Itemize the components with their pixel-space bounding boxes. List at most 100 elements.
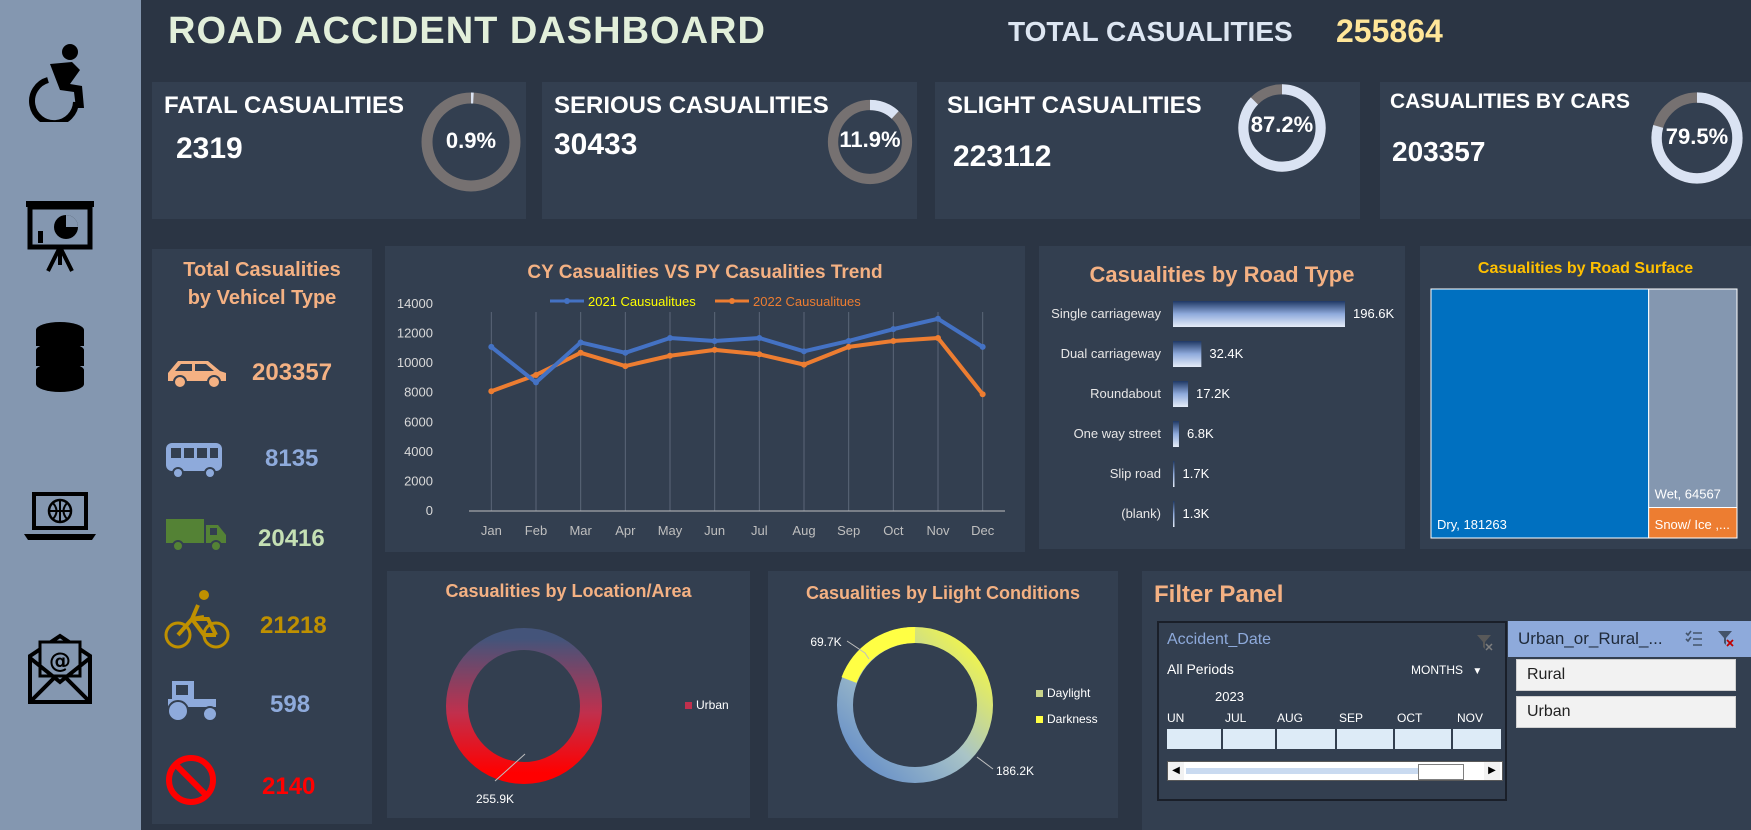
vehicle-panel-title-line2: by Vehicel Type bbox=[187, 287, 337, 309]
data-point bbox=[845, 343, 852, 350]
y-tick-label: 6000 bbox=[404, 414, 433, 429]
urban-rural-slicer-header[interactable]: Urban_or_Rural_... bbox=[1508, 621, 1751, 657]
data-point bbox=[979, 343, 986, 350]
kpi-value: 203357 bbox=[1392, 136, 1486, 167]
data-point bbox=[756, 351, 763, 358]
kpi-card-slight[interactable]: SLIGHT CASUALITIES 223112 87.2% bbox=[935, 82, 1360, 219]
scroll-left-arrow[interactable]: ◀ bbox=[1168, 762, 1184, 780]
location-donut-chart: 255.9K Urban bbox=[446, 628, 729, 806]
total-casualities-label: TOTAL CASUALITIES bbox=[1008, 16, 1293, 47]
timeline-month-label: NOV bbox=[1457, 711, 1484, 725]
bar-value-label: 17.2K bbox=[1196, 386, 1230, 401]
data-point bbox=[711, 337, 718, 344]
vehicle-type-panel[interactable]: Total Casualities by Vehicel Type 203357… bbox=[152, 249, 372, 824]
legend-darkness: Darkness bbox=[1047, 712, 1098, 726]
tractor-icon bbox=[167, 681, 218, 722]
trend-chart-panel[interactable]: CY Casualities VS PY Casualities Trend J… bbox=[385, 246, 1025, 552]
x-tick-label: Jul bbox=[751, 523, 768, 538]
accident-date-timeline[interactable]: Accident_Date All Periods MONTHS ▼ 2023 … bbox=[1157, 621, 1507, 801]
timeline-bar[interactable] bbox=[1167, 729, 1501, 749]
road-type-panel[interactable]: Casualities by Road Type Single carriage… bbox=[1039, 246, 1405, 549]
data-point bbox=[667, 352, 673, 359]
no-entry-icon bbox=[166, 755, 216, 805]
data-point bbox=[801, 361, 807, 368]
filter-panel-title: Filter Panel bbox=[1154, 581, 1284, 608]
category-label: One way street bbox=[1074, 426, 1162, 441]
pie-slice-urban bbox=[446, 628, 602, 784]
filter-panel: Filter Panel Accident_Date All Periods M… bbox=[1142, 571, 1751, 830]
bar bbox=[1173, 421, 1179, 447]
category-label: Roundabout bbox=[1090, 386, 1161, 401]
treemap-tile bbox=[1648, 288, 1738, 509]
pie-slice-darkness bbox=[841, 626, 916, 684]
timeline-periods: All Periods bbox=[1167, 661, 1234, 677]
scroll-right-arrow[interactable]: ▶ bbox=[1484, 762, 1500, 780]
data-point bbox=[577, 339, 584, 346]
email-icon[interactable]: @ bbox=[20, 628, 100, 708]
accessibility-icon[interactable] bbox=[20, 42, 100, 122]
x-tick-label: Apr bbox=[615, 523, 636, 538]
timeline-level-select[interactable]: MONTHS ▼ bbox=[1411, 663, 1482, 677]
timeline-month-label: AUG bbox=[1277, 711, 1304, 725]
legend-label: 2021 Causualitues bbox=[588, 294, 696, 309]
light-donut-chart: 69.7K 186.2K Daylight Darkness bbox=[810, 626, 1098, 783]
kpi-card-cars[interactable]: CASUALITIES BY CARS 203357 79.5% bbox=[1380, 82, 1751, 219]
bar bbox=[1173, 461, 1175, 487]
slicer-item-urban[interactable]: Urban bbox=[1516, 696, 1736, 728]
data-point bbox=[533, 379, 539, 386]
legend-swatch-darkness bbox=[1036, 716, 1043, 723]
database-icon[interactable] bbox=[20, 318, 100, 398]
legend-swatch-daylight bbox=[1036, 690, 1043, 697]
data-point bbox=[845, 337, 852, 344]
x-tick-label: May bbox=[658, 523, 683, 538]
kpi-value: 223112 bbox=[953, 140, 1052, 173]
vehicle-value-tractor: 598 bbox=[270, 691, 311, 718]
svg-text:@: @ bbox=[49, 649, 71, 674]
slicer-item-label: Urban bbox=[1527, 703, 1571, 720]
vehicle-value-other: 2140 bbox=[262, 773, 316, 800]
kpi-card-fatal[interactable]: FATAL CASUALITIES 2319 0.9% bbox=[152, 82, 526, 219]
treemap-label: Wet, 64567 bbox=[1655, 487, 1721, 502]
vehicle-value-truck: 20416 bbox=[258, 525, 325, 552]
x-tick-label: Nov bbox=[926, 523, 950, 538]
bar bbox=[1173, 341, 1202, 367]
data-point bbox=[890, 326, 897, 333]
multi-select-icon[interactable] bbox=[1684, 629, 1704, 649]
timeline-year: 2023 bbox=[1215, 689, 1244, 704]
y-tick-label: 10000 bbox=[397, 355, 433, 370]
road-surface-panel[interactable]: Casualities by Road Surface Dry, 181263 W… bbox=[1420, 246, 1751, 549]
data-point bbox=[979, 391, 986, 398]
kpi-title: SERIOUS CASUALITIES bbox=[554, 92, 829, 119]
legend-label: 2022 Causualitues bbox=[753, 294, 861, 309]
slicer-header-label: Urban_or_Rural_... bbox=[1518, 629, 1663, 648]
y-tick-label: 4000 bbox=[404, 444, 433, 459]
treemap-label: Snow/ Ice ,... bbox=[1655, 517, 1730, 532]
legend-marker bbox=[564, 298, 570, 304]
location-panel[interactable]: Casualities by Location/Area 255.9K Urba… bbox=[387, 571, 750, 818]
clear-filter-icon[interactable] bbox=[1475, 633, 1493, 651]
kpi-percent: 11.9% bbox=[839, 127, 901, 152]
car-icon bbox=[168, 361, 226, 389]
slicer-item-rural[interactable]: Rural bbox=[1516, 659, 1736, 691]
data-point bbox=[622, 349, 629, 356]
kpi-value: 2319 bbox=[176, 132, 243, 165]
darkness-data-label: 69.7K bbox=[810, 635, 841, 649]
kpi-card-serious[interactable]: SERIOUS CASUALITIES 30433 11.9% bbox=[542, 82, 917, 219]
sidebar: @ bbox=[0, 0, 141, 830]
treemap-tile bbox=[1430, 288, 1650, 539]
data-point bbox=[711, 346, 718, 353]
legend-urban: Urban bbox=[696, 698, 729, 712]
timeline-scrollbar[interactable]: ◀ ▶ bbox=[1167, 761, 1503, 781]
laptop-globe-icon[interactable] bbox=[20, 478, 100, 558]
bar-value-label: 196.6K bbox=[1353, 306, 1395, 321]
timeline-month-label: SEP bbox=[1339, 711, 1364, 725]
kpi-title: CASUALITIES BY CARS bbox=[1390, 90, 1630, 113]
bar-value-label: 1.7K bbox=[1183, 466, 1210, 481]
x-tick-label: Jan bbox=[481, 523, 502, 538]
scroll-thumb[interactable] bbox=[1418, 764, 1464, 780]
bar bbox=[1173, 301, 1345, 327]
light-conditions-panel[interactable]: Casualities by Liight Conditions 69.7K 1… bbox=[768, 571, 1118, 818]
x-tick-label: Sep bbox=[837, 523, 860, 538]
presentation-chart-icon[interactable] bbox=[20, 195, 100, 275]
clear-filter-icon[interactable] bbox=[1716, 629, 1736, 649]
